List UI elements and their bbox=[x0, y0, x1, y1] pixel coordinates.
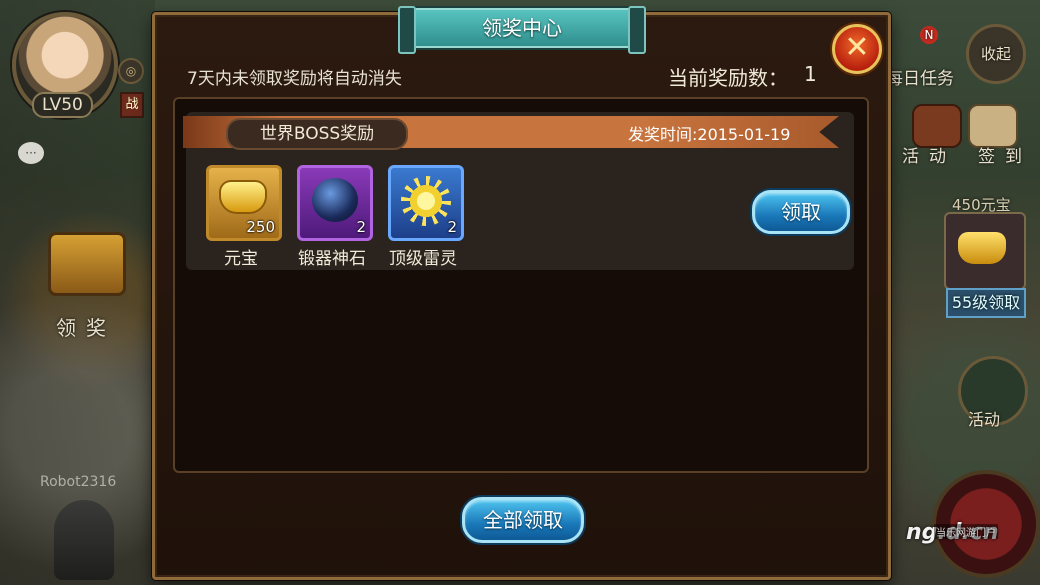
chat-bubble-icon[interactable]: ··· bbox=[18, 142, 44, 164]
war-badge[interactable]: 战 bbox=[120, 92, 144, 118]
player-character bbox=[54, 500, 114, 580]
reward-count-value: 1 bbox=[804, 62, 817, 86]
coin-icon[interactable]: ◎ bbox=[118, 58, 144, 84]
claim-button[interactable]: 领取 bbox=[752, 190, 850, 234]
item-quantity: 2 bbox=[356, 218, 366, 236]
reward-entry-title: 世界BOSS奖励 bbox=[226, 118, 408, 150]
claim-all-button[interactable]: 全部领取 bbox=[462, 497, 584, 543]
reward-entry-time: 发奖时间:2015-01-19 bbox=[628, 125, 791, 144]
treasure-chest-icon[interactable] bbox=[48, 232, 126, 296]
daily-task-button[interactable]: 每日任务 bbox=[886, 64, 954, 89]
collapse-button[interactable]: 收起 bbox=[966, 24, 1026, 84]
reward-count-label: 当前奖励数： bbox=[668, 66, 788, 90]
notification-badge: N bbox=[920, 26, 938, 44]
event-button-label[interactable]: 活动 bbox=[902, 142, 956, 167]
close-icon[interactable]: ✕ bbox=[832, 24, 882, 74]
item-name: 锻器神石 bbox=[298, 249, 366, 269]
dialog-title: 领奖中心 bbox=[398, 6, 646, 54]
player-name: Robot2316 bbox=[40, 474, 117, 490]
level55-claim-button[interactable]: 55级领取 bbox=[946, 288, 1026, 318]
reward-item-slot[interactable]: 2 bbox=[388, 165, 464, 241]
item-name: 顶级雷灵 bbox=[389, 249, 457, 269]
reward-item-slot[interactable]: 2 bbox=[297, 165, 373, 241]
expiry-notice: 7天内未领取奖励将自动消失 bbox=[187, 69, 402, 89]
gold-ingot-icon bbox=[221, 182, 265, 212]
item-quantity: 250 bbox=[246, 218, 275, 236]
signin-button-label[interactable]: 签到 bbox=[978, 142, 1032, 167]
thunder-spirit-icon bbox=[401, 176, 451, 226]
item-quantity: 2 bbox=[447, 218, 457, 236]
activity-button-label[interactable]: 活动 bbox=[968, 406, 1000, 430]
forge-stone-icon bbox=[312, 178, 358, 222]
claim-menu-label[interactable]: 领奖 bbox=[56, 312, 116, 341]
watermark-subtitle: 当乐网游门户 bbox=[934, 524, 998, 539]
player-level: LV50 bbox=[32, 92, 93, 118]
reward-item-slot[interactable]: 250 bbox=[206, 165, 282, 241]
gold-ingot-icon bbox=[958, 232, 1006, 264]
item-name: 元宝 bbox=[224, 249, 258, 269]
